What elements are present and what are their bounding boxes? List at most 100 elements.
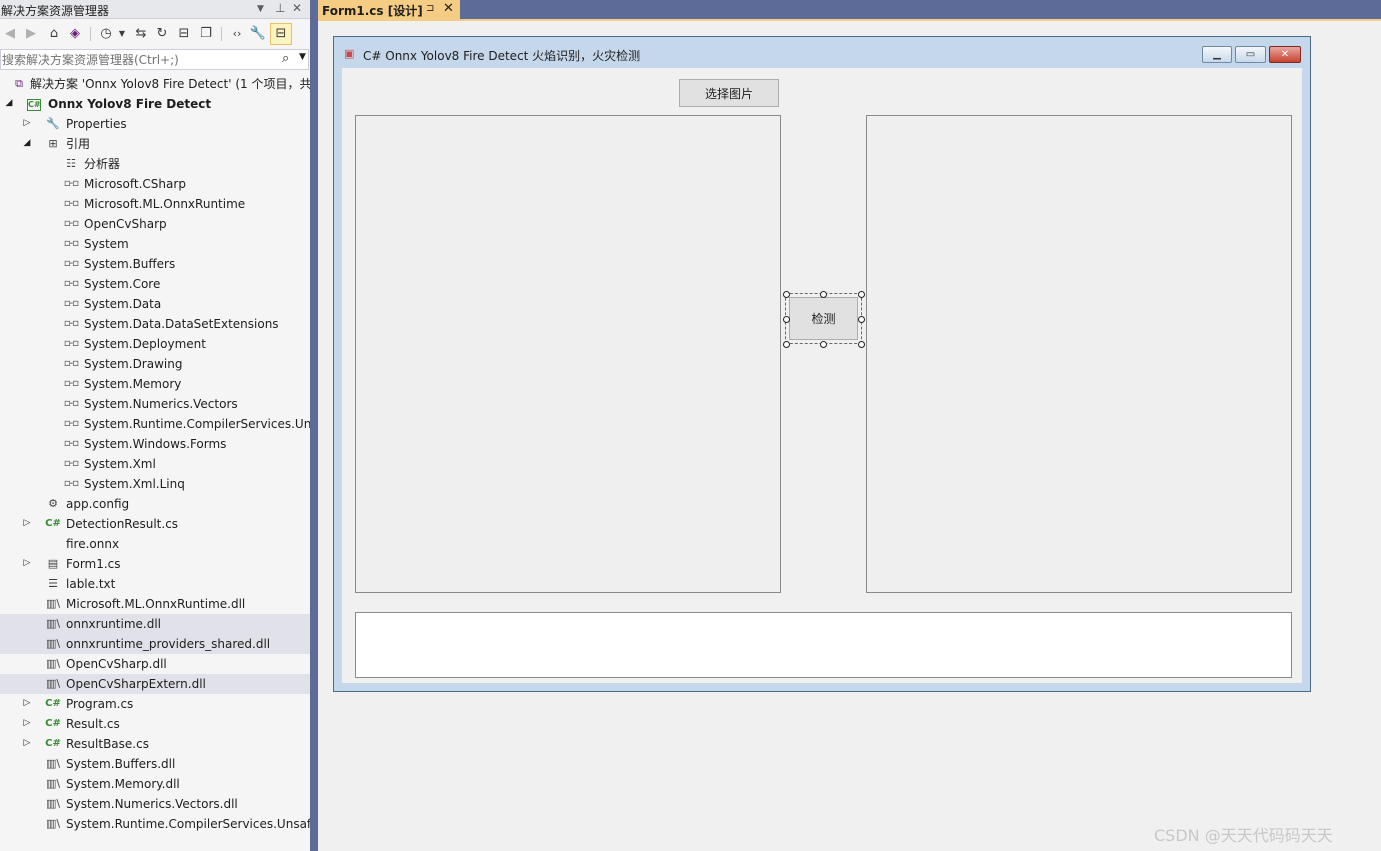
- source-picture-box[interactable]: [355, 115, 781, 593]
- search-icon[interactable]: ⌕: [282, 51, 289, 66]
- solution-explorer-title: 解决方案资源管理器: [1, 4, 110, 18]
- tree-item[interactable]: ▫-▫ System.Memory: [0, 374, 310, 394]
- tree-item[interactable]: ▫-▫ System.Xml.Linq: [0, 474, 310, 494]
- tree-item[interactable]: ▫-▫ System.Core: [0, 274, 310, 294]
- resize-handle-top[interactable]: [820, 291, 827, 298]
- properties-wrench-icon[interactable]: 🔧: [249, 25, 267, 43]
- tab-close-icon[interactable]: ✕: [443, 1, 454, 16]
- expand-arrow-icon[interactable]: ▷: [22, 557, 32, 569]
- solution-tree: ⧉ 解决方案 'Onnx Yolov8 Fire Detect' (1 个项目，共…: [0, 74, 310, 851]
- tree-item[interactable]: ☰ lable.txt: [0, 574, 310, 594]
- tree-item[interactable]: ▫-▫ System.Xml: [0, 454, 310, 474]
- pin-icon[interactable]: ⊥: [275, 1, 285, 15]
- collapse-arrow-icon[interactable]: ◢: [4, 97, 14, 109]
- show-all-files-icon[interactable]: ❐: [197, 25, 215, 43]
- select-image-button[interactable]: 选择图片: [679, 79, 779, 107]
- panel-splitter[interactable]: [310, 0, 318, 851]
- tree-item[interactable]: ▷ 🔧 Properties: [0, 114, 310, 134]
- maximize-button[interactable]: ▭: [1235, 46, 1266, 63]
- collapse-arrow-icon[interactable]: ◢: [22, 137, 32, 149]
- result-picture-box[interactable]: [866, 115, 1292, 593]
- tree-item[interactable]: ▥\ onnxruntime.dll: [0, 614, 310, 634]
- reference-icon: ▫-▫: [63, 178, 79, 189]
- solution-explorer-search[interactable]: ⌕ ▼: [0, 49, 309, 70]
- back-icon[interactable]: ◀: [1, 25, 19, 43]
- resize-handle-left[interactable]: [783, 316, 790, 323]
- document-tab-strip: Form1.cs [设计] ⊐ ✕: [318, 0, 1381, 19]
- tree-item[interactable]: ◢ C# Onnx Yolov8 Fire Detect: [0, 94, 310, 114]
- view-code-icon[interactable]: ‹›: [228, 25, 246, 43]
- tree-item[interactable]: ▫-▫ Microsoft.CSharp: [0, 174, 310, 194]
- resize-handle-top-left[interactable]: [783, 291, 790, 298]
- tree-item[interactable]: ▫-▫ System: [0, 234, 310, 254]
- expand-arrow-icon[interactable]: ▷: [22, 737, 32, 749]
- pending-changes-dropdown-icon[interactable]: ▼: [113, 25, 131, 43]
- expand-arrow-icon[interactable]: ▷: [22, 697, 32, 709]
- tree-item[interactable]: ▫-▫ System.Runtime.CompilerServices.Unsa: [0, 414, 310, 434]
- form-client-area: 选择图片 检测: [342, 68, 1302, 683]
- refresh-icon[interactable]: ↻: [153, 25, 171, 43]
- tree-item[interactable]: ▫-▫ System.Data: [0, 294, 310, 314]
- preview-selected-icon[interactable]: ⊟: [270, 23, 292, 45]
- tree-item[interactable]: ▷ C# Program.cs: [0, 694, 310, 714]
- tree-item-label: System.Memory: [84, 377, 182, 391]
- tree-item[interactable]: ◢ ⊞ 引用: [0, 134, 310, 154]
- tree-item[interactable]: ▫-▫ System.Data.DataSetExtensions: [0, 314, 310, 334]
- home-icon[interactable]: ⌂: [45, 25, 63, 43]
- tree-item[interactable]: ▥\ System.Numerics.Vectors.dll: [0, 794, 310, 814]
- resize-handle-bottom-left[interactable]: [783, 341, 790, 348]
- expand-arrow-icon[interactable]: ▷: [22, 517, 32, 529]
- search-input[interactable]: [1, 51, 278, 68]
- tree-item[interactable]: ▫-▫ System.Drawing: [0, 354, 310, 374]
- tree-item[interactable]: ▷ C# Result.cs: [0, 714, 310, 734]
- form-window[interactable]: ▣ C# Onnx Yolov8 Fire Detect 火焰识别，火灾检测 ▁…: [333, 36, 1311, 692]
- tree-item[interactable]: ☷ 分析器: [0, 154, 310, 174]
- tree-item[interactable]: ▫-▫ System.Deployment: [0, 334, 310, 354]
- tree-item-label: Properties: [66, 117, 127, 131]
- tree-item[interactable]: ▫-▫ System.Windows.Forms: [0, 434, 310, 454]
- tree-item[interactable]: ▥\ OpenCvSharp.dll: [0, 654, 310, 674]
- expand-arrow-icon[interactable]: ▷: [22, 117, 32, 129]
- tree-item[interactable]: fire.onnx: [0, 534, 310, 554]
- tree-item-label: System.Deployment: [84, 337, 206, 351]
- resize-handle-bottom-right[interactable]: [858, 341, 865, 348]
- tree-item[interactable]: ▥\ OpenCvSharpExtern.dll: [0, 674, 310, 694]
- designer-surface: ▣ C# Onnx Yolov8 Fire Detect 火焰识别，火灾检测 ▁…: [318, 21, 1381, 851]
- tree-item[interactable]: ▥\ Microsoft.ML.OnnxRuntime.dll: [0, 594, 310, 614]
- dropdown-arrow-icon[interactable]: ▼: [257, 4, 264, 14]
- expand-arrow-icon[interactable]: ▷: [22, 717, 32, 729]
- tree-item[interactable]: ▫-▫ OpenCvSharp: [0, 214, 310, 234]
- resize-handle-bottom[interactable]: [820, 341, 827, 348]
- tree-item[interactable]: ▫-▫ Microsoft.ML.OnnxRuntime: [0, 194, 310, 214]
- tree-item[interactable]: ▷ ▤ Form1.cs: [0, 554, 310, 574]
- tree-item[interactable]: ▷ C# DetectionResult.cs: [0, 514, 310, 534]
- resize-handle-right[interactable]: [858, 316, 865, 323]
- tree-item-label: System.Runtime.CompilerServices.Unsa: [84, 417, 310, 431]
- tree-item[interactable]: ▥\ System.Buffers.dll: [0, 754, 310, 774]
- tree-item[interactable]: ▥\ System.Runtime.CompilerServices.Unsafe…: [0, 814, 310, 834]
- library-icon: ▥\: [45, 817, 61, 830]
- tree-item[interactable]: ▷ C# ResultBase.cs: [0, 734, 310, 754]
- tab-form1-designer[interactable]: Form1.cs [设计] ⊐ ✕: [318, 0, 460, 19]
- forward-icon[interactable]: ▶: [22, 25, 40, 43]
- analyzer-icon: ☷: [66, 157, 76, 170]
- sync-icon[interactable]: ⇆: [132, 25, 150, 43]
- tree-item[interactable]: ⧉ 解决方案 'Onnx Yolov8 Fire Detect' (1 个项目，共: [0, 74, 310, 94]
- minimize-button[interactable]: ▁: [1202, 46, 1232, 63]
- resize-handle-top-right[interactable]: [858, 291, 865, 298]
- tab-pin-icon[interactable]: ⊐: [426, 3, 434, 14]
- tree-item[interactable]: ▥\ System.Memory.dll: [0, 774, 310, 794]
- output-textbox[interactable]: [355, 612, 1292, 678]
- collapse-all-icon[interactable]: ⊟: [175, 25, 193, 43]
- tree-item[interactable]: ▫-▫ System.Numerics.Vectors: [0, 394, 310, 414]
- tree-item-label: System.Runtime.CompilerServices.Unsafe.d: [66, 817, 310, 831]
- tree-item[interactable]: ▫-▫ System.Buffers: [0, 254, 310, 274]
- tree-item[interactable]: ▥\ onnxruntime_providers_shared.dll: [0, 634, 310, 654]
- tree-item-label: Microsoft.ML.OnnxRuntime: [84, 197, 246, 211]
- switch-views-icon[interactable]: ◈: [66, 25, 84, 43]
- close-icon[interactable]: ✕: [292, 1, 302, 15]
- close-button[interactable]: ✕: [1269, 46, 1301, 63]
- tree-item[interactable]: ⚙ app.config: [0, 494, 310, 514]
- search-options-dropdown-icon[interactable]: ▼: [299, 52, 306, 62]
- detect-button[interactable]: 检测: [789, 297, 858, 340]
